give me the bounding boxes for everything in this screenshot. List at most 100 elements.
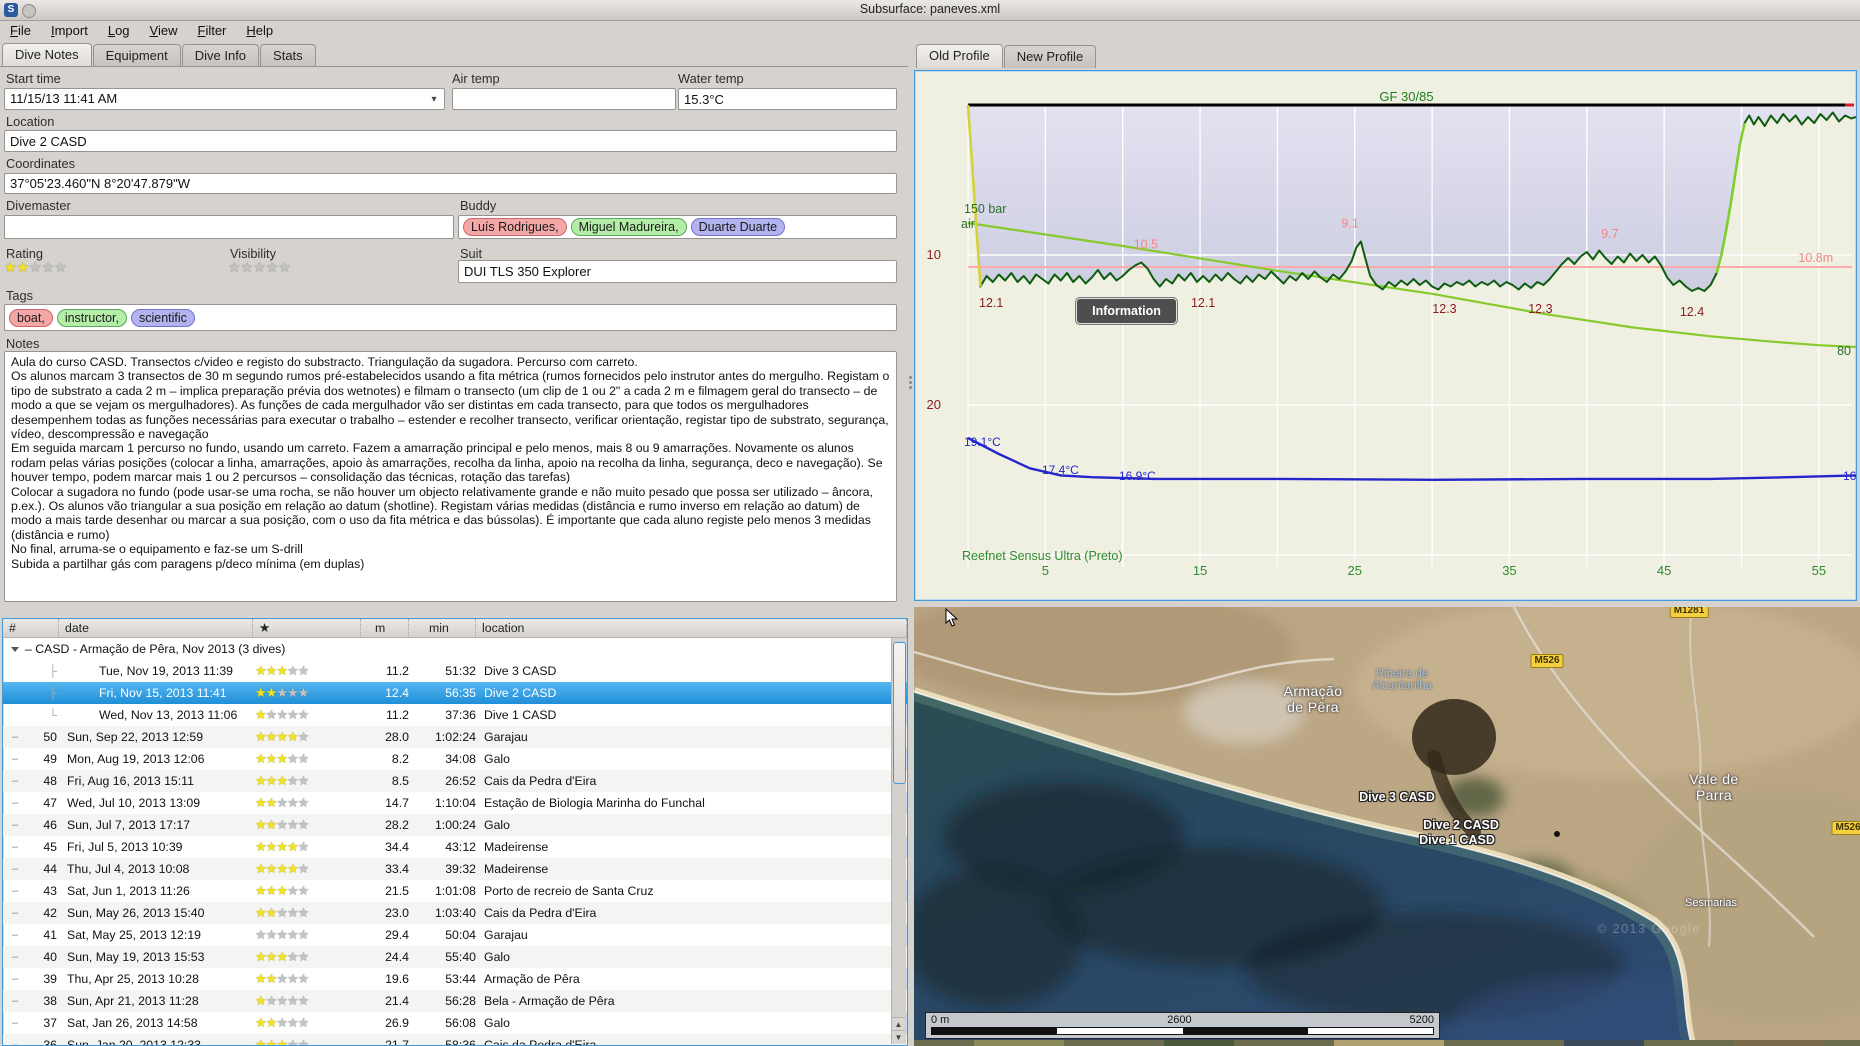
dive-date: Sun, Apr 21, 2013 11:28 <box>67 994 199 1008</box>
star-empty-icon: ★ <box>286 928 299 942</box>
scroll-down-icon[interactable]: ▼ <box>892 1030 905 1044</box>
menu-help[interactable]: Help <box>236 20 283 41</box>
dive-row[interactable]: ├ Tue, Nov 19, 2013 11:39 ★★★★★ 11.2 51:32 Di… <box>3 660 907 682</box>
star-filled-icon: ★ <box>265 752 278 766</box>
dive-rating: ★★★★★ <box>253 994 361 1008</box>
dive-site-map[interactable]: 0 m 2600 5200 © 2013 Google Armação de P… <box>914 607 1860 1046</box>
dive-duration: 56:08 <box>445 1016 476 1030</box>
tab-equipment[interactable]: Equipment <box>92 44 181 67</box>
tab-new-profile[interactable]: New Profile <box>1003 45 1097 68</box>
dive-row[interactable]: –39 Thu, Apr 25, 2013 10:28 ★★★★★ 19.6 53:44… <box>3 968 907 990</box>
dive-row[interactable]: –43 Sat, Jun 1, 2013 11:26 ★★★★★ 21.5 1:01:0… <box>3 880 907 902</box>
column-header-location[interactable]: location <box>476 619 907 637</box>
star-filled-icon: ★ <box>276 774 288 788</box>
divemaster-input[interactable] <box>4 215 454 239</box>
dive-row[interactable]: –38 Sun, Apr 21, 2013 11:28 ★★★★★ 21.4 56:28… <box>3 990 907 1012</box>
column-header-m[interactable]: m <box>361 619 409 637</box>
temperature-line <box>967 436 1856 481</box>
information-tooltip[interactable]: Information <box>1076 298 1177 324</box>
dive-row[interactable]: –50 Sun, Sep 22, 2013 12:59 ★★★★★ 28.0 1:02:… <box>3 726 907 748</box>
location-input[interactable] <box>4 130 897 152</box>
dive-row[interactable]: –41 Sat, May 25, 2013 12:19 ★★★★★ 29.4 50:04… <box>3 924 907 946</box>
dive-depth: 14.7 <box>385 796 409 810</box>
star-empty-icon: ★ <box>240 259 254 275</box>
scroll-up-icon[interactable]: ▲ <box>892 1017 905 1031</box>
window-menu-button-icon[interactable] <box>22 4 36 18</box>
star-filled-icon: ★ <box>276 730 288 744</box>
tab-dive-notes[interactable]: Dive Notes <box>2 43 92 67</box>
notes-textarea[interactable]: Aula do curso CASD. Transectos c/video e… <box>4 351 897 602</box>
dive-row[interactable]: –36 Sun, Jan 20, 2013 12:33 ★★★★★ 21.7 58:36… <box>3 1034 907 1046</box>
star-empty-icon: ★ <box>286 796 299 810</box>
dive-location: Galo <box>484 950 510 964</box>
star-empty-icon: ★ <box>286 884 299 898</box>
dive-list-scrollbar[interactable]: ▲ ▼ <box>891 638 906 1044</box>
star-empty-icon: ★ <box>255 928 267 942</box>
dive-number: 44 <box>43 862 57 876</box>
column-header-date[interactable]: date <box>59 619 253 637</box>
star-filled-icon: ★ <box>276 1038 288 1046</box>
star-filled-icon: ★ <box>265 730 278 744</box>
dive-row[interactable]: –37 Sat, Jan 26, 2013 14:58 ★★★★★ 26.9 56:08… <box>3 1012 907 1034</box>
collapse-caret-icon[interactable] <box>3 642 23 656</box>
tab-stats[interactable]: Stats <box>260 44 316 67</box>
dive-row[interactable]: └ Wed, Nov 13, 2013 11:06 ★★★★★ 11.2 37:36 Di… <box>3 704 907 726</box>
dive-trip-row[interactable]: – CASD - Armação de Pêra, Nov 2013 (3 di… <box>3 638 907 660</box>
dive-row[interactable]: –45 Fri, Jul 5, 2013 10:39 ★★★★★ 34.4 43:12 M… <box>3 836 907 858</box>
column-header-★[interactable]: ★ <box>253 619 361 637</box>
air-temp-input[interactable] <box>452 88 676 110</box>
rating-stars[interactable]: ★★★★★ <box>4 259 67 277</box>
tab-pane-divider <box>0 66 908 67</box>
dive-date: Thu, Jul 4, 2013 10:08 <box>67 862 190 876</box>
visibility-stars[interactable]: ★★★★★ <box>228 259 291 277</box>
dive-row[interactable]: –42 Sun, May 26, 2013 15:40 ★★★★★ 23.0 1:03:… <box>3 902 907 924</box>
dive-profile-chart: GF 30/85 10 20 5 15 25 35 45 55 Reefnet Sensus Ul… <box>914 70 1857 601</box>
air-temp-label: Air temp <box>452 71 500 86</box>
menu-file[interactable]: File <box>0 20 41 41</box>
tag-chip: scientific <box>131 308 195 327</box>
dive-location: Cais da Pedra d'Eira <box>484 1038 597 1046</box>
dive-row[interactable]: –46 Sun, Jul 7, 2013 17:17 ★★★★★ 28.2 1:00:2… <box>3 814 907 836</box>
dive-depth: 21.4 <box>385 994 409 1008</box>
dive-duration: 39:32 <box>445 862 476 876</box>
dive-row[interactable]: –44 Thu, Jul 4, 2013 10:08 ★★★★★ 33.4 39:32 M… <box>3 858 907 880</box>
dive-row[interactable]: –48 Fri, Aug 16, 2013 15:11 ★★★★★ 8.5 26:52 C… <box>3 770 907 792</box>
water-temp-input[interactable] <box>678 88 897 110</box>
tree-decoration: – <box>11 863 19 875</box>
suit-input[interactable] <box>458 260 897 283</box>
dive-location: Dive 2 CASD <box>484 686 557 700</box>
start-time-combobox[interactable]: 11/15/13 11:41 AM ▾ <box>4 88 445 110</box>
horizontal-splitter[interactable] <box>0 603 908 621</box>
tab-dive-info[interactable]: Dive Info <box>181 44 260 67</box>
dive-depth: 28.2 <box>385 818 409 832</box>
tree-decoration: – <box>11 907 19 919</box>
menu-import[interactable]: Import <box>41 20 98 41</box>
chevron-down-icon[interactable]: ▾ <box>426 92 442 108</box>
menu-log[interactable]: Log <box>98 20 140 41</box>
star-filled-icon: ★ <box>255 774 267 788</box>
dive-row[interactable]: –40 Sun, May 19, 2013 15:53 ★★★★★ 24.4 55:40… <box>3 946 907 968</box>
buddy-field[interactable]: Luís Rodrigues, Miguel Madureira, Duarte D… <box>458 215 897 239</box>
dive-depth: 29.4 <box>385 928 409 942</box>
dive-date: Sun, Jan 20, 2013 12:33 <box>67 1038 202 1046</box>
star-filled-icon: ★ <box>255 994 267 1008</box>
tags-field[interactable]: boat, instructor, scientific <box>4 304 897 331</box>
dive-number: 48 <box>43 774 57 788</box>
coordinates-input[interactable] <box>4 173 897 194</box>
dive-location: Garajau <box>484 928 528 942</box>
dive-location: Dive 3 CASD <box>484 664 557 678</box>
menu-view[interactable]: View <box>140 20 188 41</box>
menu-filter[interactable]: Filter <box>187 20 236 41</box>
dive-row[interactable]: –49 Mon, Aug 19, 2013 12:06 ★★★★★ 8.2 34:08 G… <box>3 748 907 770</box>
column-header-min[interactable]: min <box>409 619 476 637</box>
scrollbar-thumb[interactable] <box>893 642 906 784</box>
tab-old-profile[interactable]: Old Profile <box>916 44 1003 68</box>
column-header-num[interactable]: # <box>3 619 59 637</box>
dive-row[interactable]: ├ Fri, Nov 15, 2013 11:41 ★★★★★ 12.4 56:35 Di… <box>3 682 907 704</box>
dive-list[interactable]: # date ★ m min location – CASD - Armação de P… <box>2 618 908 1046</box>
y-axis-tick: 10 <box>927 247 941 262</box>
dive-row[interactable]: –47 Wed, Jul 10, 2013 13:09 ★★★★★ 14.7 1:10:… <box>3 792 907 814</box>
dive-number: ├ <box>27 664 59 678</box>
title-bar[interactable]: Subsurface: paneves.xml S <box>0 0 1860 21</box>
star-empty-icon: ★ <box>286 708 299 722</box>
